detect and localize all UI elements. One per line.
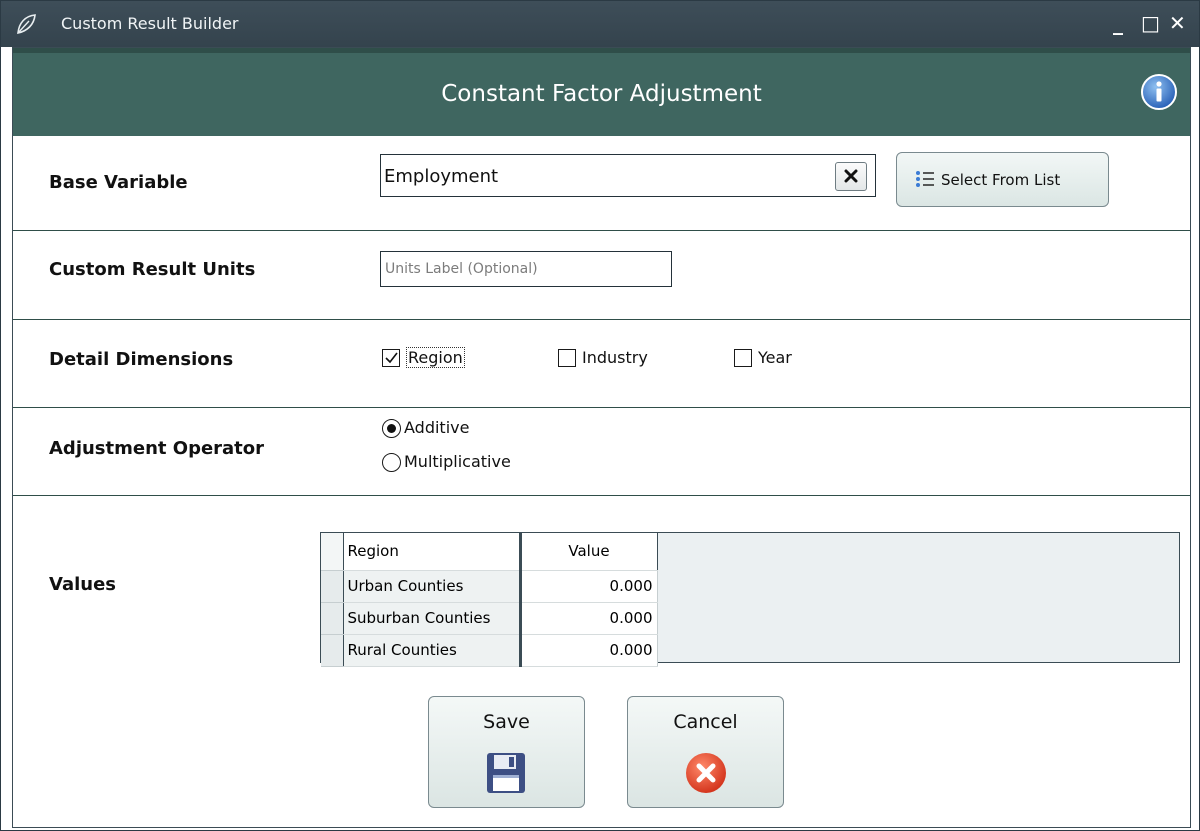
info-icon[interactable] [1140, 73, 1178, 111]
table-row[interactable]: Urban Counties 0.000 [321, 570, 658, 603]
close-button[interactable]: ✕ [1169, 11, 1186, 35]
radio-button[interactable] [382, 419, 401, 438]
value-cell[interactable]: 0.000 [520, 602, 658, 635]
values-grid[interactable]: Region Value Urban Counties 0.000 Suburb… [320, 532, 1180, 667]
custom-result-units-label: Custom Result Units [49, 259, 256, 280]
separator [13, 495, 1190, 496]
value-cell[interactable]: 0.000 [520, 634, 658, 667]
title-bar[interactable]: Custom Result Builder _ □ ✕ [1, 1, 1199, 47]
save-button-label: Save [483, 711, 530, 733]
units-label-input[interactable] [385, 254, 665, 284]
base-variable-label: Base Variable [49, 172, 188, 193]
clear-base-variable-button[interactable] [835, 162, 867, 191]
dialog-body: Constant Factor Adjustment Base Variable… [12, 47, 1191, 828]
adjustment-operator-label: Adjustment Operator [49, 438, 265, 459]
select-from-list-label: Select From List [941, 171, 1061, 189]
region-cell: Urban Counties [343, 570, 522, 603]
base-variable-field[interactable]: Employment [380, 154, 876, 197]
table-row[interactable]: Suburban Counties 0.000 [321, 602, 658, 635]
units-label-field[interactable] [380, 251, 672, 287]
cancel-button-label: Cancel [673, 711, 738, 733]
multiplicative-radio-label: Multiplicative [404, 452, 511, 471]
floppy-disk-icon [487, 753, 525, 793]
maximize-button[interactable]: □ [1141, 11, 1160, 35]
cancel-icon [686, 753, 726, 793]
save-button[interactable]: Save [428, 696, 585, 808]
checkmark-icon [385, 352, 398, 364]
industry-checkbox-label: Industry [582, 348, 648, 367]
separator [13, 319, 1190, 320]
values-table: Region Value Urban Counties 0.000 Suburb… [321, 533, 658, 667]
select-from-list-button[interactable]: Select From List [896, 152, 1109, 207]
row-selector[interactable] [321, 570, 344, 603]
year-checkbox-label: Year [758, 348, 792, 367]
row-selector[interactable] [321, 602, 344, 635]
list-icon [916, 171, 934, 187]
row-selector-header[interactable] [321, 533, 344, 571]
value-cell[interactable]: 0.000 [520, 570, 658, 603]
custom-result-builder-window: Custom Result Builder _ □ ✕ Constant Fac… [0, 0, 1200, 831]
separator [13, 407, 1190, 408]
dialog-header: Constant Factor Adjustment [13, 48, 1190, 136]
radio-button[interactable] [382, 453, 401, 472]
base-variable-value: Employment [384, 166, 499, 187]
window-title: Custom Result Builder [61, 14, 239, 33]
region-cell: Suburban Counties [343, 602, 522, 635]
table-row[interactable]: Rural Counties 0.000 [321, 634, 658, 667]
values-label: Values [49, 574, 116, 595]
separator [13, 230, 1190, 231]
minimize-button[interactable]: _ [1113, 11, 1123, 35]
checkbox-box[interactable] [558, 349, 576, 367]
dialog-title: Constant Factor Adjustment [441, 81, 762, 107]
close-icon [844, 169, 858, 183]
additive-radio-label: Additive [404, 418, 470, 437]
row-selector[interactable] [321, 634, 344, 667]
region-checkbox-label: Region [406, 347, 465, 368]
leaf-app-icon [17, 14, 36, 35]
table-header-row: Region Value [321, 533, 658, 571]
region-cell: Rural Counties [343, 634, 522, 667]
cancel-button[interactable]: Cancel [627, 696, 784, 808]
checkbox-box[interactable] [734, 349, 752, 367]
detail-dimensions-label: Detail Dimensions [49, 349, 234, 370]
column-header-value[interactable]: Value [520, 533, 658, 571]
column-header-region[interactable]: Region [343, 533, 522, 571]
checkbox-box[interactable] [382, 349, 400, 367]
